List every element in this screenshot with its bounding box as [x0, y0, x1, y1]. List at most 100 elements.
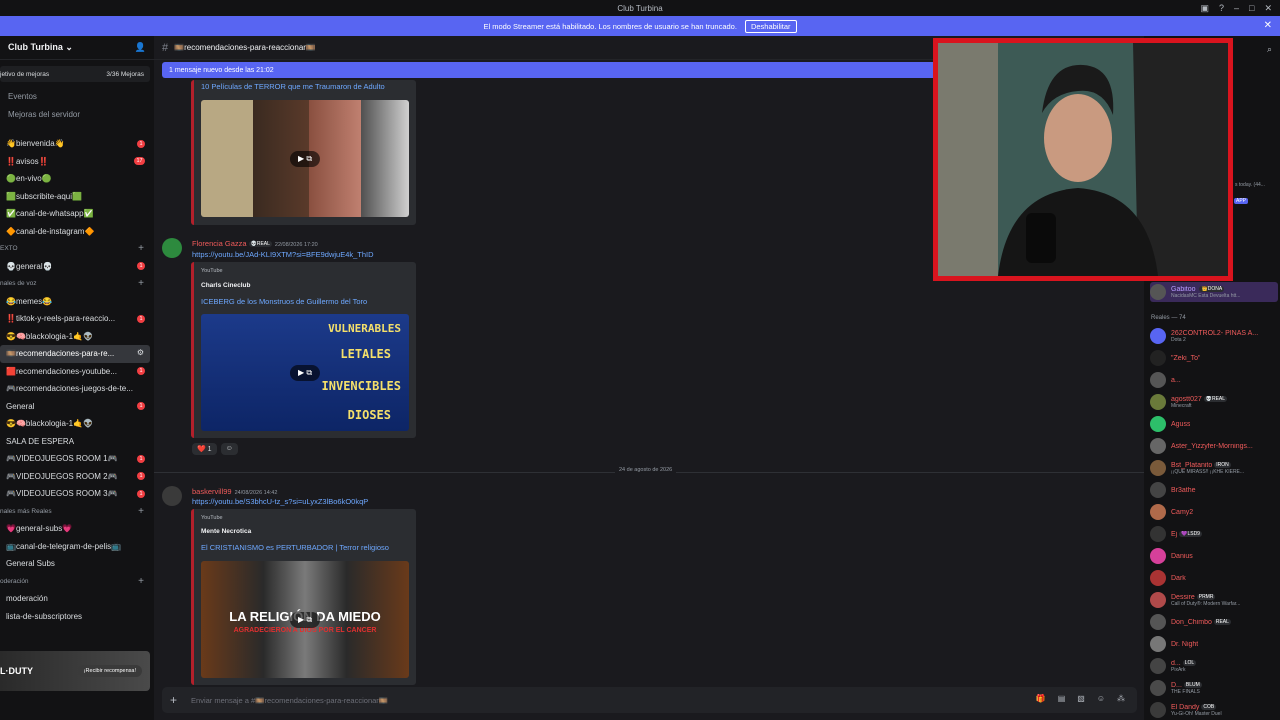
member-item[interactable]: Camy2: [1150, 502, 1278, 522]
member-item[interactable]: d... LOL PixArk: [1150, 656, 1278, 676]
add-channel-icon[interactable]: +: [138, 506, 144, 517]
member-item[interactable]: Br3athe: [1150, 480, 1278, 500]
sticker-icon[interactable]: ▧: [1077, 694, 1085, 703]
channel-item[interactable]: moderación: [0, 590, 154, 608]
add-channel-icon[interactable]: +: [138, 576, 144, 587]
search-icon[interactable]: ⌕: [1267, 44, 1272, 55]
member-name: Ej: [1171, 530, 1178, 538]
channel-item[interactable]: 😎🧠blackologia-1🤙👽: [0, 328, 154, 346]
channel-item[interactable]: 👋bienvenida👋 1: [0, 135, 154, 153]
channel-item[interactable]: 📺canal-de-telegram-de-pelis📺: [0, 538, 154, 556]
add-member-icon[interactable]: 👤: [135, 42, 146, 53]
member-item[interactable]: El Dandy COB Yu-Gi-Oh! Master Duel: [1150, 700, 1278, 720]
channel-item[interactable]: lista-de-subscriptores: [0, 608, 154, 626]
disable-streamer-button[interactable]: Deshabilitar: [744, 19, 797, 33]
avatar[interactable]: [162, 486, 182, 506]
member-item[interactable]: Dark: [1150, 568, 1278, 588]
embed-title[interactable]: 10 Películas de TERROR que me Traumaron …: [201, 82, 385, 91]
channel-item[interactable]: 🎮VIDEOJUEGOS ROOM 1🎮 1: [0, 450, 154, 468]
member-item[interactable]: Ej 💜LSD9: [1150, 524, 1278, 544]
message-author[interactable]: baskervill99 24/08/2026 14:42: [192, 487, 277, 496]
member-item[interactable]: Dr. Night: [1150, 634, 1278, 654]
member-item[interactable]: Aster_Yizzyfer-Mornings...: [1150, 436, 1278, 456]
member-item[interactable]: "Zeki_To": [1150, 348, 1278, 368]
inbox-icon[interactable]: ▣: [1200, 3, 1209, 14]
boost-goal[interactable]: jetivo de mejoras 3/36 Mejoras: [0, 66, 150, 82]
video-thumbnail[interactable]: ▶ ⧉: [201, 100, 409, 217]
member-name: Dessire: [1171, 593, 1195, 601]
channel-item[interactable]: 🎮recomendaciones-juegos-de-te...: [0, 380, 154, 398]
channel-item[interactable]: 💀general💀 1: [0, 258, 154, 276]
member-item[interactable]: 262CONTROL2- PIÑAS A... Dota 2: [1150, 326, 1278, 346]
avatar: [1150, 680, 1166, 696]
channel-label: 🎮VIDEOJUEGOS ROOM 2🎮: [6, 471, 118, 481]
embed-title[interactable]: El CRISTIANISMO es PERTURBADOR | Terror …: [201, 543, 389, 552]
embed-author[interactable]: Mente Necrotica: [201, 528, 251, 535]
channel-item[interactable]: SALA DE ESPERA: [0, 433, 154, 451]
add-attachment-icon[interactable]: +: [170, 693, 177, 707]
channel-item[interactable]: 🟩subscribite-aqui🟩: [0, 188, 154, 206]
member-item[interactable]: Bst_Platanito IRON ¡¡QUE MIRASS!! ¡¡KHE KI…: [1150, 458, 1278, 478]
maximize-icon[interactable]: □: [1249, 3, 1254, 13]
member-item[interactable]: Aguss: [1150, 414, 1278, 434]
category-voice[interactable]: nales de voz +: [0, 275, 154, 293]
embed-title[interactable]: ICEBERG de los Monstruos de Guillermo de…: [201, 297, 367, 306]
nav-server-boosts[interactable]: Mejoras del servidor: [0, 106, 154, 124]
member-item[interactable]: a...: [1150, 370, 1278, 390]
message-input[interactable]: Enviar mensaje a #🎞️recomendaciones-para…: [191, 696, 388, 705]
channel-item[interactable]: 🟥recomendaciones-youtube... 1: [0, 363, 154, 381]
channel-item[interactable]: General 1: [0, 398, 154, 416]
gift-icon[interactable]: 🎁: [1036, 694, 1046, 703]
message-link[interactable]: https://youtu.be/S3bhcU-tz_s?si=uLyxZ3lB…: [192, 497, 368, 506]
channel-item[interactable]: 🔶canal-de-instagram🔶: [0, 223, 154, 241]
channel-item[interactable]: 💗general-subs💗: [0, 520, 154, 538]
help-icon[interactable]: ?: [1219, 3, 1224, 13]
channel-item[interactable]: ✅canal-de-whatsapp✅: [0, 205, 154, 223]
play-button-icon[interactable]: ▶ ⧉: [289, 364, 321, 381]
category-text[interactable]: EXTO +: [0, 240, 154, 258]
channel-item[interactable]: 🎮VIDEOJUEGOS ROOM 2🎮 1: [0, 468, 154, 486]
add-channel-icon[interactable]: +: [138, 243, 144, 254]
channel-item[interactable]: ‼️tiktok-y-reels-para-reaccio... 1: [0, 310, 154, 328]
play-button-icon[interactable]: ▶ ⧉: [289, 150, 321, 167]
add-channel-icon[interactable]: +: [138, 278, 144, 289]
banner-close-icon[interactable]: ✕: [1264, 20, 1272, 31]
apps-icon[interactable]: ⁂: [1117, 694, 1125, 703]
nav-events[interactable]: Eventos: [0, 88, 154, 106]
channel-item[interactable]: 🎞️recomendaciones-para-re... ⚙: [0, 345, 150, 363]
channel-item[interactable]: 😂memes😂: [0, 293, 154, 311]
embed-author[interactable]: Charls Cineclub: [201, 282, 250, 289]
member-item[interactable]: Danius: [1150, 546, 1278, 566]
message-author[interactable]: Florencia Gazza 💀REAL 22/08/2026 17:20: [192, 239, 318, 248]
message-link[interactable]: https://youtu.be/JAd-KLI9XTM?si=BFE9dwju…: [192, 250, 374, 259]
member-item[interactable]: D... BLUM THE FINALS: [1150, 678, 1278, 698]
channel-item[interactable]: ‼️avisos‼️ 17: [0, 153, 154, 171]
channel-item[interactable]: 🟢en-vivo🟢: [0, 170, 154, 188]
minimize-icon[interactable]: –: [1234, 3, 1239, 13]
server-header[interactable]: Club Turbina ⌄ 👤: [0, 36, 154, 60]
channel-settings-icon[interactable]: ⚙: [137, 348, 144, 357]
add-reaction-icon[interactable]: ☺: [220, 443, 238, 455]
play-button-icon[interactable]: ▶ ⧉: [289, 611, 321, 628]
claim-reward-button[interactable]: ¡Recibir recompensa!: [77, 665, 142, 677]
member-item[interactable]: Dessire PRMR Call of Duty®: Modern Warfar.…: [1150, 590, 1278, 610]
heart-reaction[interactable]: ❤️ 1: [192, 443, 217, 455]
channel-item[interactable]: 🎮VIDEOJUEGOS ROOM 3🎮 1: [0, 485, 154, 503]
channel-item[interactable]: General Subs: [0, 555, 154, 573]
category-moderation[interactable]: oderación +: [0, 573, 154, 591]
emoji-icon[interactable]: ☺: [1097, 694, 1105, 703]
avatar[interactable]: [162, 238, 182, 258]
message-composer[interactable]: + Enviar mensaje a #🎞️recomendaciones-pa…: [162, 687, 1137, 713]
member-item[interactable]: Don_Chimbo REAL: [1150, 612, 1278, 632]
video-thumbnail[interactable]: VULNERABLES LETALES INVENCIBLES DIOSES ▶…: [201, 314, 409, 431]
channel-item[interactable]: 😎🧠blackologia-1🤙👽: [0, 415, 154, 433]
message-timestamp: 22/08/2026 17:20: [274, 242, 318, 248]
video-thumbnail[interactable]: LA RELIGIÓN DA MIEDO AGRADECIERON A DIOS…: [201, 561, 409, 678]
new-messages-bar[interactable]: 1 mensaje nuevo desde las 21:02: [162, 62, 942, 78]
category-real[interactable]: nales más Reales +: [0, 503, 154, 521]
gif-icon[interactable]: ▤: [1058, 694, 1066, 703]
close-window-icon[interactable]: ✕: [1264, 3, 1272, 14]
member-item[interactable]: Gabitoo 👑DONA NacidasMC Esta Devuelta ht…: [1150, 282, 1278, 302]
avatar: [1150, 592, 1166, 608]
member-item[interactable]: agostt027 💀REAL Minecraft: [1150, 392, 1278, 412]
